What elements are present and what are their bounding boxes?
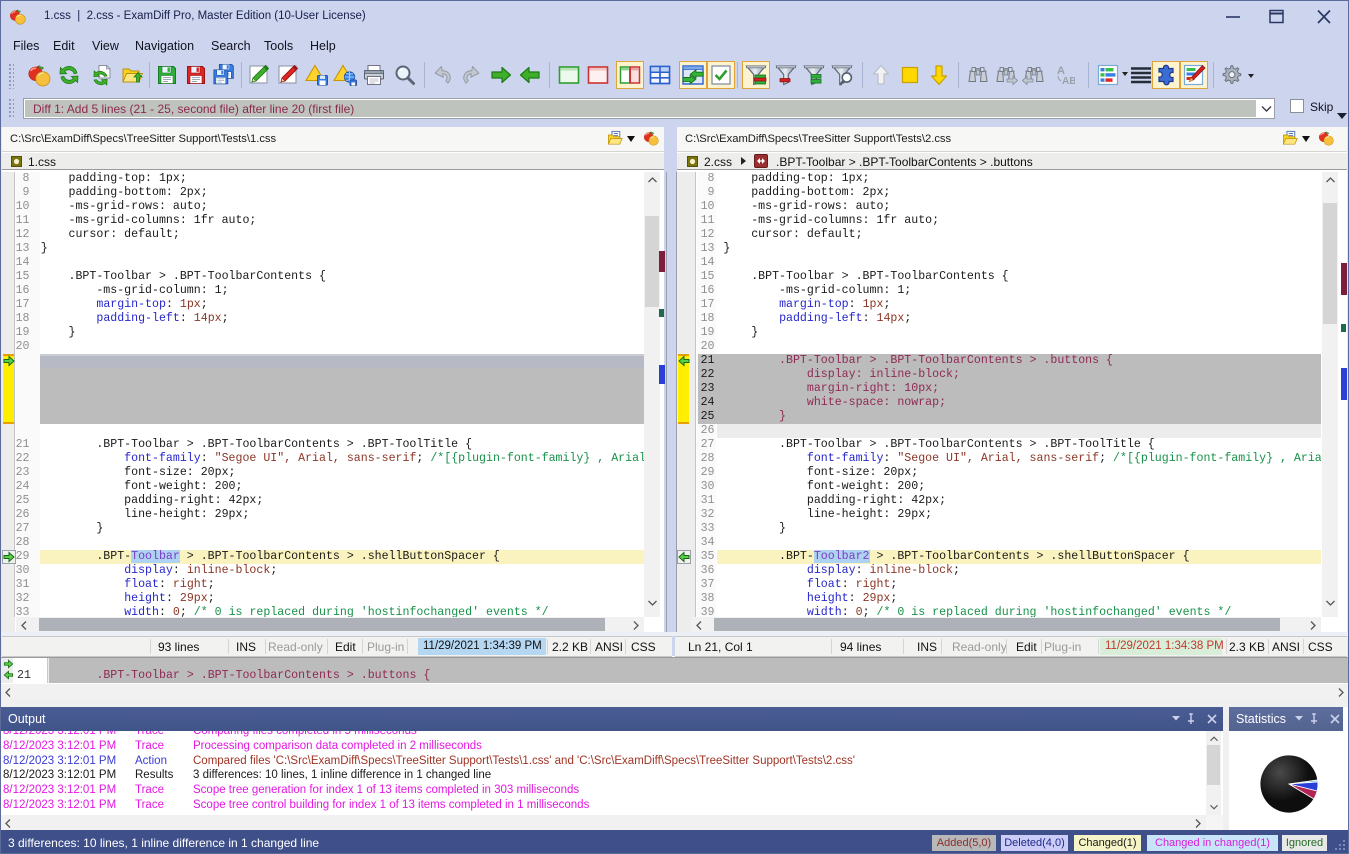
svg-text:AB: AB xyxy=(1062,76,1075,87)
